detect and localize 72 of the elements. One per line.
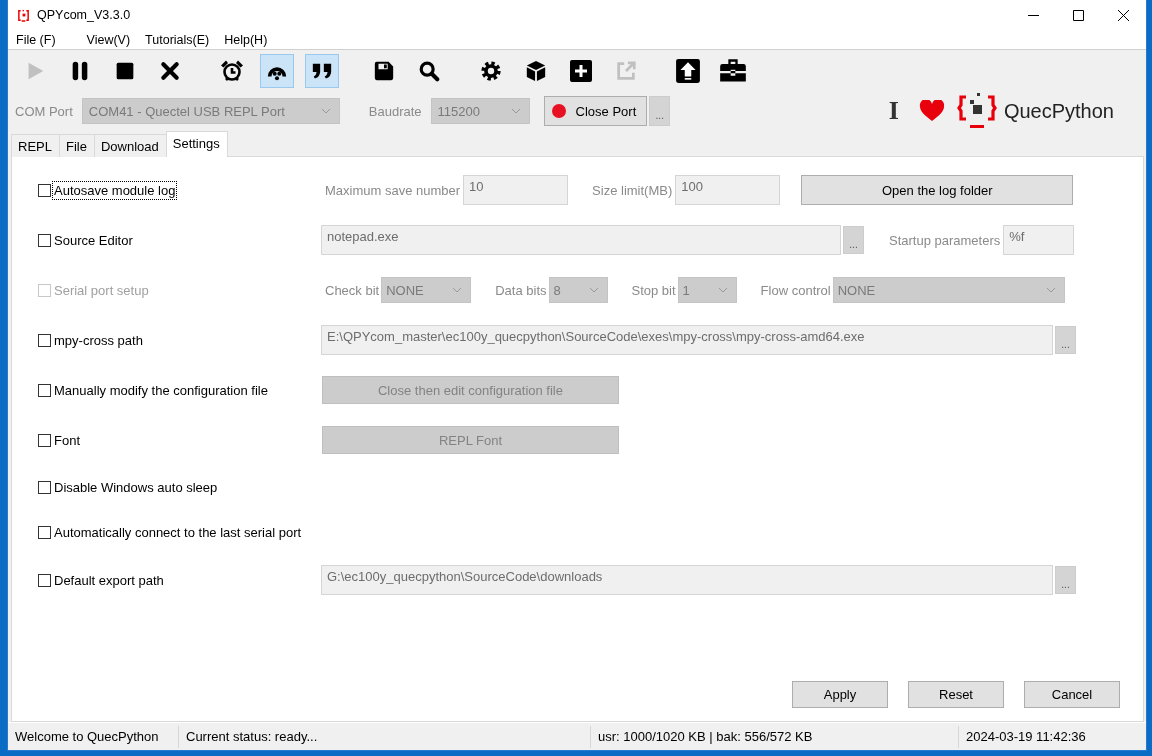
status-text: 2024-03-19 11:42:36: [965, 728, 1087, 746]
serial-option-label: Check bit: [325, 282, 380, 298]
stop-icon: [115, 61, 135, 81]
baudrate-label: Baudrate: [368, 103, 422, 119]
checkbox[interactable]: [38, 526, 51, 539]
close-port-button[interactable]: Close Port: [543, 96, 648, 126]
chevron-down-icon: [588, 287, 599, 293]
app-logo-icon: [17, 8, 30, 22]
tab[interactable]: REPL: [11, 134, 59, 157]
status-text: Welcome to QuecPython: [8, 725, 179, 748]
toolbox-icon: [719, 57, 747, 85]
close-icon[interactable]: [1118, 9, 1129, 21]
checkbox[interactable]: [38, 433, 51, 447]
chevron-down-icon: [1045, 287, 1056, 293]
window-title: QPYcom_V3.3.0: [37, 8, 131, 22]
dialog-button[interactable]: Apply: [792, 681, 888, 708]
alarm-clock-icon: [220, 59, 244, 83]
max-save-label: Maximum save number: [325, 182, 461, 198]
chevron-down-icon: [717, 287, 728, 293]
more-button[interactable]: ...: [649, 96, 671, 126]
menu-item[interactable]: Help(H): [224, 32, 275, 47]
tab[interactable]: Download: [93, 134, 166, 157]
serial-option-label: Flow control: [760, 282, 831, 298]
checkbox[interactable]: [38, 481, 51, 494]
status-text: usr: 1000/1020 KB | bak: 556/572 KB: [591, 725, 959, 748]
toolbar-button[interactable]: [260, 54, 294, 88]
size-limit-label: Size limit(MB): [592, 182, 673, 198]
dialog-button[interactable]: Reset: [908, 681, 1004, 708]
startup-parameters-label: Startup parameters: [889, 232, 1001, 248]
browse-button[interactable]: ...: [843, 226, 864, 254]
menu-item[interactable]: File (F): [16, 32, 63, 47]
browse-button[interactable]: ...: [1055, 326, 1076, 354]
checkbox-label[interactable]: mpy-cross path: [53, 331, 144, 349]
plus-icon: [569, 59, 593, 83]
toolbar-button[interactable]: [305, 54, 339, 88]
chevron-down-icon: [320, 108, 331, 114]
serial-option-label: Stop bit: [631, 282, 676, 298]
checkbox-label[interactable]: Source Editor: [53, 231, 134, 249]
checkbox[interactable]: [38, 333, 51, 347]
chevron-down-icon: [510, 108, 521, 114]
serial-option-label: Data bits: [495, 282, 547, 298]
chevron-down-icon: [452, 287, 463, 293]
heart-icon: [918, 100, 945, 122]
tab[interactable]: File: [58, 134, 94, 157]
checkbox[interactable]: [38, 383, 51, 397]
settings-icon: [480, 60, 502, 82]
checkbox-label[interactable]: Default export path: [53, 571, 165, 589]
menu-item[interactable]: View(V): [86, 32, 138, 47]
com-port-label: COM Port: [15, 103, 73, 119]
checkbox[interactable]: [38, 573, 51, 587]
menu-item[interactable]: Tutorials(E): [145, 32, 217, 47]
close-icon: [160, 61, 180, 81]
search-icon: [418, 60, 440, 82]
cube-icon: [525, 60, 547, 82]
open-log-folder-button[interactable]: Open the log folder: [801, 175, 1074, 205]
tab[interactable]: Settings: [165, 131, 228, 157]
maximize-icon[interactable]: [1073, 9, 1084, 21]
brand-name: QuecPython: [1003, 99, 1114, 123]
upload-icon: [675, 58, 701, 84]
checkbox-label[interactable]: Font: [53, 431, 81, 449]
checkbox[interactable]: [38, 183, 51, 197]
checkbox-label[interactable]: Disable Windows auto sleep: [53, 479, 219, 496]
checkbox[interactable]: [38, 233, 51, 247]
external-link-icon: [615, 60, 637, 82]
dialog-button[interactable]: Cancel: [1024, 681, 1120, 708]
brand-logo-icon: [956, 92, 997, 130]
checkbox-label[interactable]: Manually modify the configuration file: [53, 381, 269, 399]
checkbox-label[interactable]: Autosave module log: [53, 181, 177, 199]
status-text: Current status: ready...: [179, 725, 591, 748]
checkbox-label[interactable]: Automatically connect to the last serial port: [53, 524, 303, 541]
browse-button[interactable]: ...: [1055, 566, 1076, 594]
logo-text: I: [888, 96, 899, 126]
